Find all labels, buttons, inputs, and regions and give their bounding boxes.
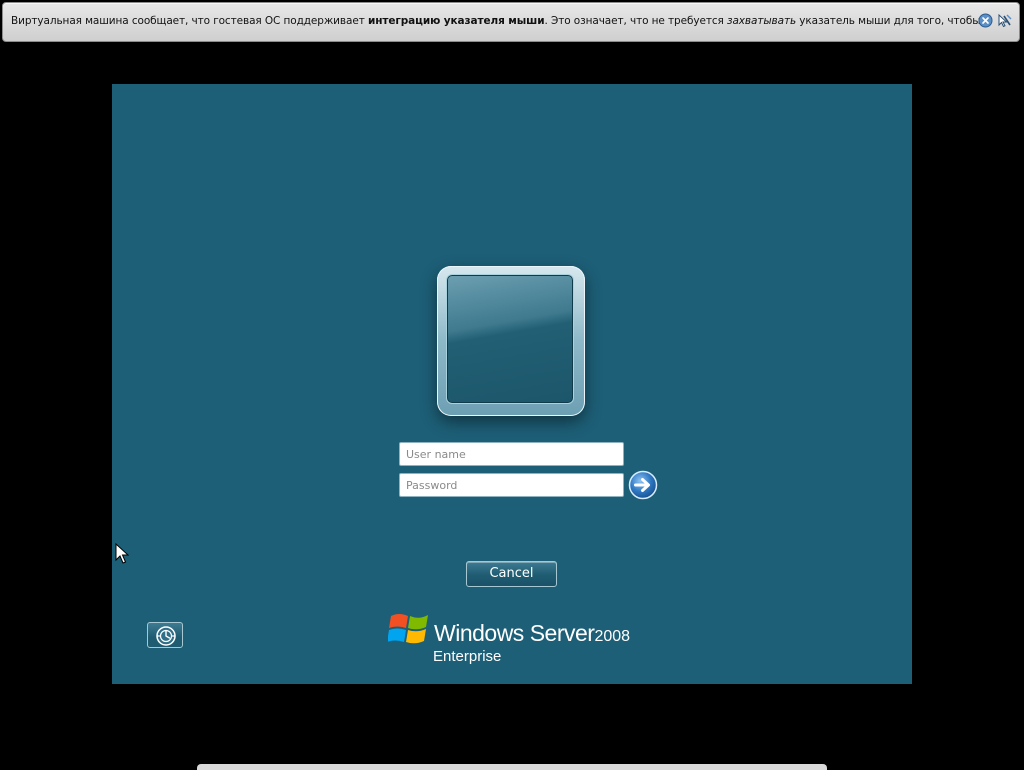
brand-name: Windows Server2008 (434, 620, 630, 647)
password-input[interactable] (399, 473, 624, 497)
close-circle-icon (978, 13, 993, 28)
username-input[interactable] (399, 442, 624, 466)
brand-name-text: Windows Server (434, 620, 595, 646)
notification-text-middle: . Это означает, что не требуется (544, 15, 727, 27)
ease-of-access-icon (156, 626, 176, 646)
brand-edition: Enterprise (433, 648, 502, 665)
notification-text-bold: интеграцию указателя мыши (367, 15, 545, 27)
cancel-button[interactable]: Cancel (466, 561, 557, 587)
notification-text: Виртуальная машина сообщает, что гостева… (11, 15, 981, 27)
windows-brand-logo: Windows Server2008 Enterprise (388, 608, 648, 668)
close-notification-button[interactable] (978, 13, 993, 28)
mouse-cursor-icon (115, 543, 129, 564)
vm-guest-screen[interactable]: Cancel Windows Server2008 Enterprise (112, 84, 912, 684)
ease-of-access-button[interactable] (147, 622, 183, 648)
mouse-integration-button[interactable] (996, 13, 1012, 28)
notification-text-suffix: указатель мыши для того, чтобы (796, 15, 981, 27)
submit-login-button[interactable] (628, 470, 658, 500)
user-picture-tile (437, 266, 585, 416)
user-picture-frame (446, 274, 574, 404)
windows-flag-icon (388, 614, 428, 644)
brand-version: 2008 (594, 628, 631, 645)
notification-text-prefix: Виртуальная машина сообщает, что гостева… (11, 15, 368, 27)
mouse-integration-off-icon (998, 13, 1012, 28)
notification-bar: Виртуальная машина сообщает, что гостева… (2, 2, 1020, 42)
arrow-right-icon (628, 470, 658, 500)
notification-text-italic: захватывать (726, 15, 797, 27)
status-bar-edge (197, 764, 827, 770)
